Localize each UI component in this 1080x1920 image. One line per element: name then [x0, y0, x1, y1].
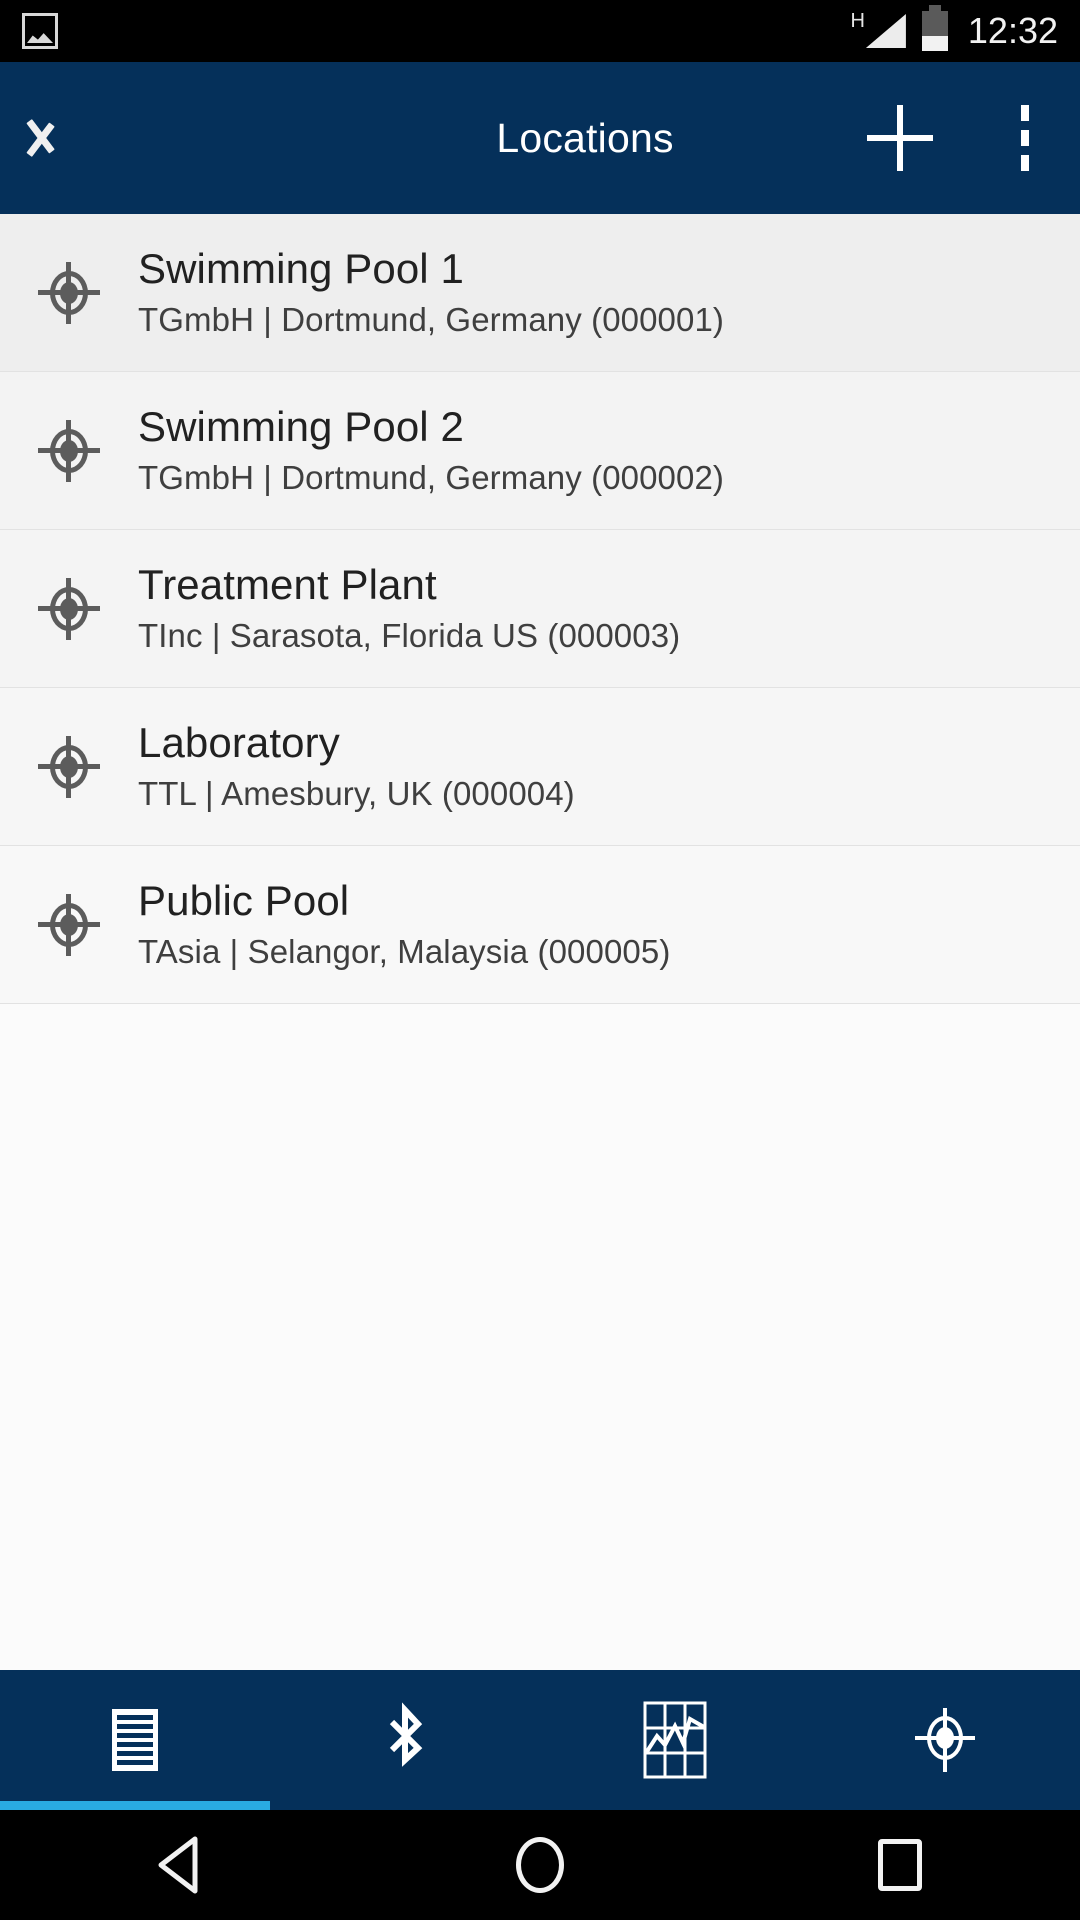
- list-item[interactable]: Treatment Plant TInc | Sarasota, Florida…: [0, 530, 1080, 688]
- status-bar-right: H 12:32: [850, 0, 1058, 62]
- app-bar: Locations: [0, 62, 1080, 214]
- list-item[interactable]: Swimming Pool 1 TGmbH | Dortmund, German…: [0, 214, 1080, 372]
- list-item[interactable]: Swimming Pool 2 TGmbH | Dortmund, German…: [0, 372, 1080, 530]
- overflow-menu-button[interactable]: [970, 62, 1080, 214]
- list-item-text: Swimming Pool 1 TGmbH | Dortmund, German…: [138, 245, 724, 340]
- system-home-button[interactable]: [440, 1810, 640, 1920]
- tab-list[interactable]: [0, 1670, 270, 1810]
- list-empty-area: [0, 1004, 1080, 1670]
- signal-triangle-icon: [865, 14, 906, 48]
- list-item[interactable]: Laboratory TTL | Amesbury, UK (000004): [0, 688, 1080, 846]
- location-title: Laboratory: [138, 719, 340, 767]
- system-home-circle-icon: [516, 1837, 564, 1893]
- crosshair-location-icon: [38, 419, 100, 482]
- bluetooth-icon: [380, 1702, 430, 1778]
- more-vertical-icon: [1021, 130, 1029, 146]
- crosshair-location-icon: [38, 261, 100, 324]
- bottom-navigation-bar: [0, 1670, 1080, 1810]
- tab-bluetooth[interactable]: [270, 1670, 540, 1810]
- list-item-text: Swimming Pool 2 TGmbH | Dortmund, German…: [138, 403, 724, 498]
- active-tab-indicator: [0, 1801, 270, 1810]
- system-recents-square-icon: [878, 1839, 922, 1891]
- more-vertical-icon: [1021, 105, 1029, 121]
- tab-location[interactable]: [810, 1670, 1080, 1810]
- network-type-label: H: [850, 10, 865, 32]
- add-location-button[interactable]: [830, 62, 970, 214]
- location-title: Public Pool: [138, 877, 350, 925]
- tab-chart[interactable]: [540, 1670, 810, 1810]
- app-bar-actions: [830, 62, 1080, 214]
- system-back-triangle-icon: [158, 1836, 198, 1894]
- gallery-icon: [22, 13, 58, 49]
- crosshair-location-icon: [38, 893, 100, 956]
- system-navigation-bar: [0, 1810, 1080, 1920]
- location-subtitle: TAsia | Selangor, Malaysia (000005): [138, 933, 671, 971]
- system-recents-button[interactable]: [800, 1810, 1000, 1920]
- status-bar: H 12:32: [0, 0, 1080, 62]
- locations-list[interactable]: Swimming Pool 1 TGmbH | Dortmund, German…: [0, 214, 1080, 1670]
- location-title: Swimming Pool 1: [138, 245, 464, 293]
- list-item-text: Public Pool TAsia | Selangor, Malaysia (…: [138, 877, 670, 972]
- status-bar-left: [22, 13, 58, 49]
- location-subtitle: TTL | Amesbury, UK (000004): [138, 775, 575, 813]
- location-subtitle: TGmbH | Dortmund, Germany (000001): [138, 301, 725, 339]
- location-subtitle: TInc | Sarasota, Florida US (000003): [138, 617, 681, 655]
- plus-icon: [867, 105, 933, 171]
- location-title: Swimming Pool 2: [138, 403, 464, 451]
- location-subtitle: TGmbH | Dortmund, Germany (000002): [138, 459, 725, 497]
- crosshair-location-icon: [38, 577, 100, 640]
- more-vertical-icon: [1021, 155, 1029, 171]
- status-bar-clock: 12:32: [967, 10, 1058, 51]
- battery-icon: [921, 5, 948, 51]
- list-icon: [112, 1709, 158, 1771]
- list-item[interactable]: Public Pool TAsia | Selangor, Malaysia (…: [0, 846, 1080, 1004]
- list-item-text: Laboratory TTL | Amesbury, UK (000004): [138, 719, 575, 814]
- location-title: Treatment Plant: [138, 561, 437, 609]
- crosshair-location-icon: [38, 735, 100, 798]
- system-back-button[interactable]: [80, 1810, 280, 1920]
- crosshair-location-icon: [915, 1708, 975, 1772]
- phone-screen: H 12:32 Locations Swimming Pool 1 TGmbH …: [0, 0, 1080, 1920]
- list-item-text: Treatment Plant TInc | Sarasota, Florida…: [138, 561, 680, 656]
- chevron-left-icon: [48, 107, 82, 169]
- chart-grid-icon: [643, 1701, 707, 1779]
